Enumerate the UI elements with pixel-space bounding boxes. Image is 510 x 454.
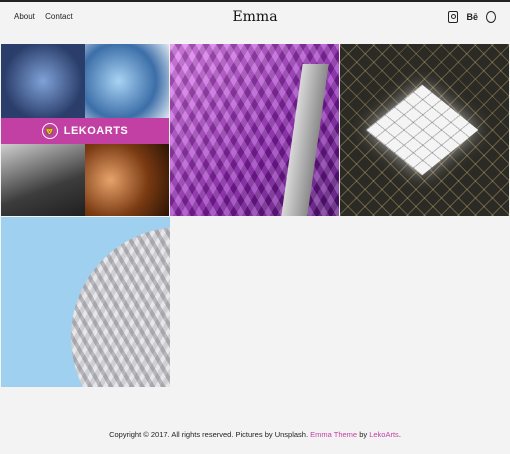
dribbble-icon[interactable] — [486, 11, 496, 23]
geodesic-sphere — [71, 227, 170, 387]
site-footer: Copyright © 2017. All rights reserved. P… — [0, 430, 510, 439]
facade-pillar — [281, 64, 329, 216]
project-tile-geodesic-sphere[interactable] — [1, 217, 170, 387]
lekoarts-banner: 🦁 LEKOARTS — [1, 118, 169, 144]
collage-image — [85, 44, 169, 118]
theme-link[interactable]: Emma Theme — [310, 430, 357, 439]
footer-suffix: . — [398, 430, 401, 439]
collage-image — [1, 44, 85, 118]
footer-by-text: by — [357, 430, 370, 439]
behance-icon[interactable]: Bē — [466, 11, 478, 23]
copyright-text: Copyright © 2017. All rights reserved. P… — [109, 430, 311, 439]
lion-logo-icon: 🦁 — [41, 123, 58, 139]
banner-text: LEKOARTS — [63, 125, 129, 137]
social-links: Bē — [448, 11, 496, 23]
light-cube — [365, 84, 479, 176]
collage-image — [85, 144, 169, 216]
author-link[interactable]: LekoArts — [369, 430, 399, 439]
instagram-icon[interactable] — [448, 11, 459, 23]
site-header: About Contact Emma Bē — [0, 2, 510, 38]
project-tile-lekoarts[interactable]: 🦁 LEKOARTS — [1, 44, 169, 216]
site-title[interactable]: Emma — [0, 9, 510, 25]
collage-image — [1, 144, 85, 216]
project-tile-purple-facade[interactable] — [170, 44, 339, 216]
project-tile-light-grid[interactable] — [340, 44, 509, 216]
